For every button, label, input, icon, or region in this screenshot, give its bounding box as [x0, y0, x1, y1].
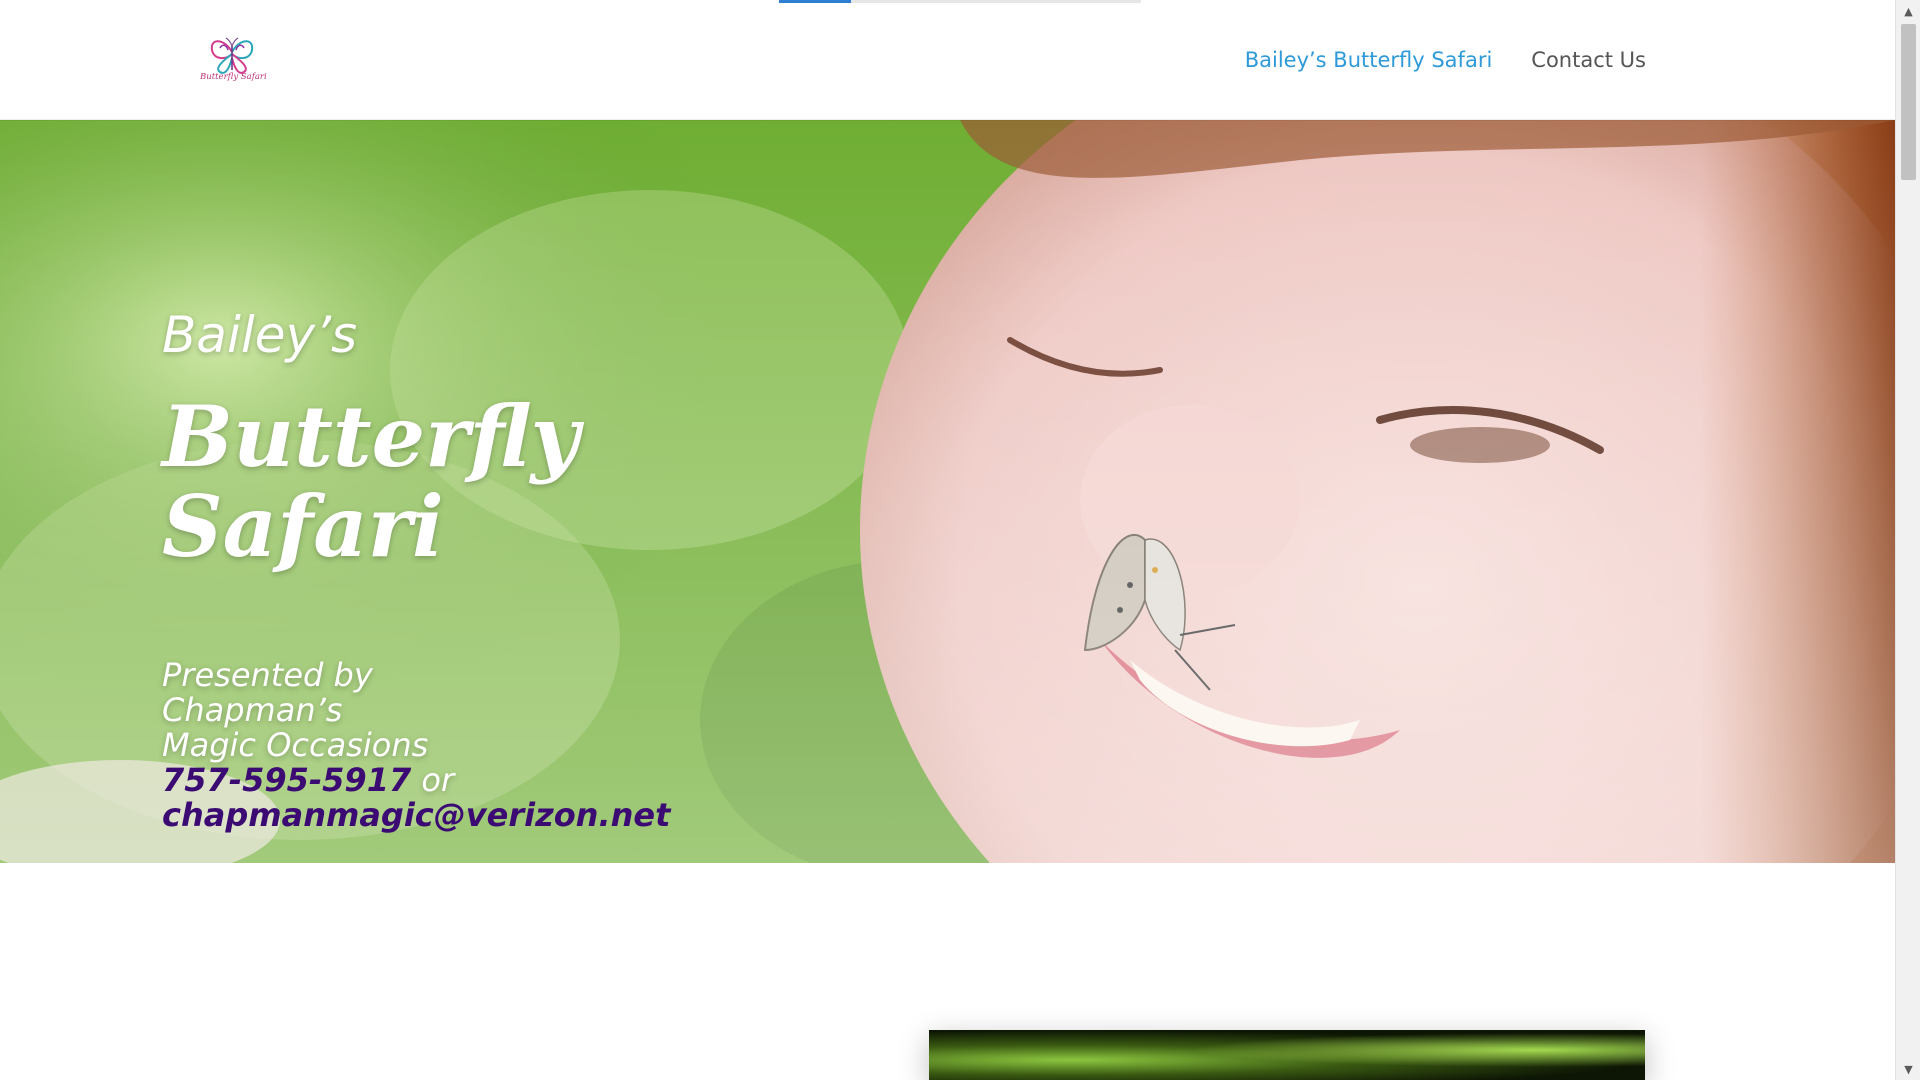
- or-separator: or: [421, 761, 455, 799]
- hero-title: Butterfly Safari: [162, 387, 580, 576]
- main-navigation: Bailey’s Butterfly Safari Contact Us: [1245, 48, 1646, 72]
- page: Butterfly Safari Bailey’s Butterfly Safa…: [0, 0, 1920, 1080]
- contact-line: 757-595-5917 or: [162, 763, 722, 798]
- presented-line-2: Chapman’s: [162, 691, 343, 729]
- hero-presented-by: Presented by Chapman’s Magic Occasions 7…: [162, 658, 722, 833]
- page-load-progress-bar: [779, 0, 1141, 3]
- email-link[interactable]: chapmanmagic@verizon.net: [162, 798, 722, 833]
- nav-item-contact-us[interactable]: Contact Us: [1531, 48, 1646, 72]
- hero-banner: Bailey’s Butterfly Safari Presented by C…: [0, 120, 1895, 863]
- presented-line-1: Presented by: [162, 656, 373, 694]
- scroll-down-icon[interactable]: ▼: [1896, 1058, 1920, 1080]
- site-header: Butterfly Safari Bailey’s Butterfly Safa…: [0, 0, 1895, 120]
- phone-link[interactable]: 757-595-5917: [162, 761, 411, 799]
- site-logo[interactable]: Butterfly Safari: [196, 30, 268, 88]
- scroll-up-icon[interactable]: ▲: [1896, 0, 1920, 22]
- logo-wordmark: Butterfly Safari: [200, 72, 267, 82]
- hero-kicker: Bailey’s: [162, 306, 358, 364]
- nav-item-baileys-butterfly-safari[interactable]: Bailey’s Butterfly Safari: [1245, 48, 1493, 72]
- scrollbar-thumb[interactable]: [1901, 24, 1916, 180]
- featured-photo: [929, 1030, 1645, 1080]
- page-load-progress-fill: [779, 0, 851, 3]
- vertical-scrollbar[interactable]: ▲ ▼: [1895, 0, 1920, 1080]
- presented-line-3: Magic Occasions: [162, 726, 429, 764]
